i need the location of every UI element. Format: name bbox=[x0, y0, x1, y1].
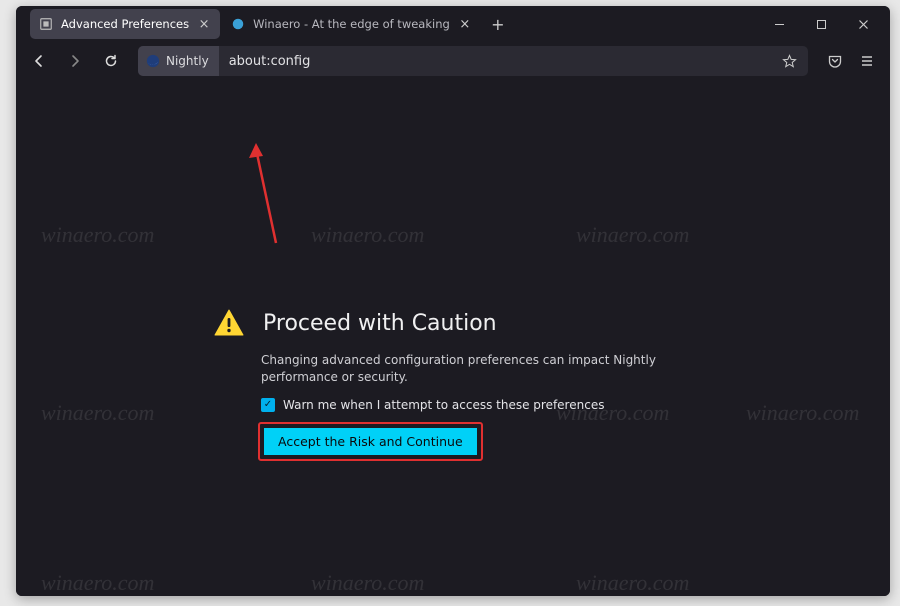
url-text: about:config bbox=[219, 54, 778, 69]
close-tab-icon[interactable]: × bbox=[197, 17, 211, 31]
tab-advanced-preferences[interactable]: Advanced Preferences × bbox=[30, 9, 220, 39]
maximize-button[interactable] bbox=[800, 9, 842, 39]
watermark: winaero.com bbox=[746, 400, 859, 426]
back-button[interactable] bbox=[24, 46, 54, 76]
caution-icon-wrap bbox=[211, 308, 247, 338]
tab-label: Winaero - At the edge of tweaking bbox=[253, 17, 450, 31]
caution-header: Proceed with Caution bbox=[211, 308, 731, 338]
save-to-pocket-icon[interactable] bbox=[820, 46, 850, 76]
tab-label: Advanced Preferences bbox=[61, 17, 189, 31]
window-controls bbox=[758, 9, 884, 39]
identity-box[interactable]: Nightly bbox=[138, 46, 219, 76]
warn-checkbox-row[interactable]: ✓ Warn me when I attempt to access these… bbox=[261, 398, 731, 412]
caution-description: Changing advanced configuration preferen… bbox=[261, 352, 731, 386]
watermark: winaero.com bbox=[311, 222, 424, 248]
site-favicon bbox=[231, 17, 245, 31]
forward-button[interactable] bbox=[60, 46, 90, 76]
tab-strip: Advanced Preferences × Winaero - At the … bbox=[16, 6, 890, 42]
annotation-arrow bbox=[246, 143, 306, 253]
warn-checkbox-label: Warn me when I attempt to access these p… bbox=[283, 398, 604, 412]
caution-title: Proceed with Caution bbox=[263, 311, 497, 336]
nightly-logo-icon bbox=[146, 54, 160, 68]
watermark: winaero.com bbox=[311, 570, 424, 596]
watermark: winaero.com bbox=[576, 222, 689, 248]
minimize-button[interactable] bbox=[758, 9, 800, 39]
bookmark-star-icon[interactable] bbox=[778, 54, 800, 69]
watermark: winaero.com bbox=[41, 222, 154, 248]
tab-winaero[interactable]: Winaero - At the edge of tweaking × bbox=[222, 9, 481, 39]
reload-button[interactable] bbox=[96, 46, 126, 76]
caution-panel: Proceed with Caution Changing advanced c… bbox=[211, 308, 731, 461]
close-window-button[interactable] bbox=[842, 9, 884, 39]
url-bar[interactable]: Nightly about:config bbox=[138, 46, 808, 76]
settings-icon bbox=[39, 17, 53, 31]
watermark: winaero.com bbox=[576, 570, 689, 596]
identity-label: Nightly bbox=[166, 54, 209, 68]
nav-toolbar: Nightly about:config bbox=[16, 42, 890, 80]
toolbar-right-icons bbox=[820, 46, 882, 76]
checkbox-icon[interactable]: ✓ bbox=[261, 398, 275, 412]
new-tab-button[interactable]: + bbox=[485, 11, 511, 37]
warning-triangle-icon bbox=[213, 308, 245, 338]
annotation-highlight-box: Accept the Risk and Continue bbox=[258, 422, 483, 461]
accept-risk-button[interactable]: Accept the Risk and Continue bbox=[264, 428, 477, 455]
app-menu-button[interactable] bbox=[852, 46, 882, 76]
close-tab-icon[interactable]: × bbox=[458, 17, 472, 31]
watermark: winaero.com bbox=[41, 400, 154, 426]
content-area: Proceed with Caution Changing advanced c… bbox=[16, 80, 890, 596]
watermark: winaero.com bbox=[41, 570, 154, 596]
browser-window: Advanced Preferences × Winaero - At the … bbox=[16, 6, 890, 596]
